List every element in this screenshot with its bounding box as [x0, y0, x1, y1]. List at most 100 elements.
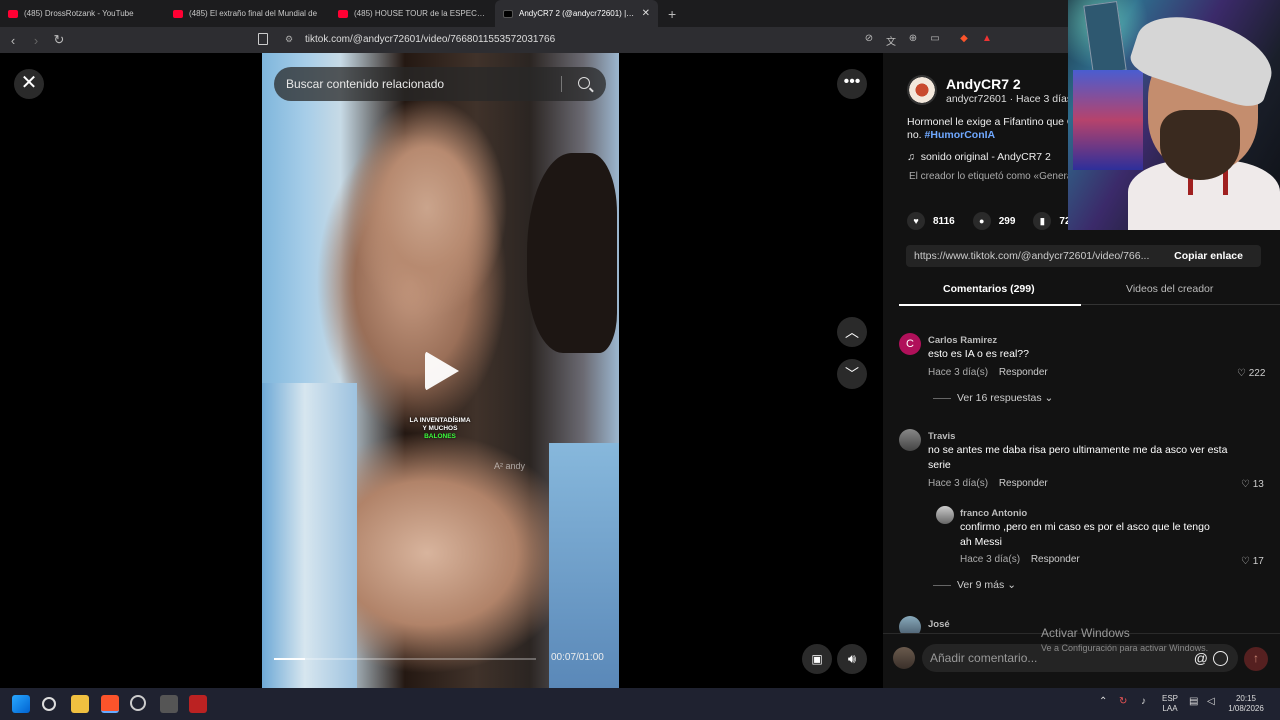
- zoom-icon[interactable]: ⊕: [906, 33, 920, 47]
- comment-like-count: 222: [1248, 368, 1266, 379]
- avatar[interactable]: C: [899, 333, 921, 355]
- share-link-text[interactable]: https://www.tiktok.com/@andycr72601/vide…: [914, 250, 1149, 262]
- comment-button[interactable]: ● 299: [972, 212, 1015, 230]
- avatar: [893, 647, 915, 669]
- windows-activation-subtitle: Ve a Configuración para activar Windows.: [1041, 643, 1209, 653]
- webcam-overlay: [1068, 0, 1280, 230]
- comment-icon: ●: [972, 212, 991, 230]
- caption-line: Y MUCHOS: [422, 425, 458, 432]
- emoji-icon[interactable]: [1213, 651, 1228, 666]
- search-divider: [561, 76, 562, 92]
- search-icon[interactable]: [42, 697, 56, 711]
- miniplayer-icon[interactable]: ▣: [802, 644, 832, 674]
- browser-tab-active[interactable]: AndyCR7 2 (@andycr72601) | Tik ✕: [495, 0, 658, 27]
- translate-icon[interactable]: 文: [884, 33, 898, 48]
- bookmark-icon: ▮: [1033, 212, 1052, 230]
- reply-button[interactable]: Responder: [999, 367, 1048, 378]
- like-button[interactable]: ♥ 8116: [907, 212, 955, 230]
- comment-text: esto es IA o es real??: [928, 348, 1029, 360]
- browser-tab[interactable]: (485) HOUSE TOUR de la ESPECIAL H: [330, 0, 495, 27]
- avatar[interactable]: [936, 506, 954, 524]
- reply-button[interactable]: Responder: [999, 478, 1048, 489]
- speaker-icon[interactable]: ◁: [1207, 697, 1215, 707]
- caption-line: BALONES: [424, 433, 456, 440]
- chevron-up-icon[interactable]: ⌃: [1099, 697, 1107, 707]
- comment-like-button[interactable]: ♡ 17: [1241, 556, 1264, 567]
- comment-author[interactable]: franco Antonio: [960, 508, 1027, 519]
- back-icon[interactable]: ‹: [3, 33, 23, 48]
- clock-time: 20:15: [1235, 694, 1257, 703]
- url-field[interactable]: tiktok.com/@andycr72601/video/7668011553…: [305, 34, 555, 45]
- avatar[interactable]: [907, 75, 937, 105]
- hashtag-link[interactable]: #HumorConIA: [925, 129, 996, 141]
- bookmark-icon[interactable]: [258, 33, 268, 45]
- view-more-replies-button[interactable]: Ver 9 más ⌄: [933, 579, 1016, 591]
- comment-text: confirmo ,pero en mi caso es por el asco…: [960, 521, 1210, 548]
- browser-tab[interactable]: (485) DrossRotzank - YouTube: [0, 0, 165, 27]
- progress-fill: [274, 658, 306, 660]
- related-search-input[interactable]: Buscar contenido relacionado: [274, 67, 606, 101]
- site-info-icon[interactable]: ⚙: [285, 34, 293, 45]
- comment-author[interactable]: Travis: [928, 431, 955, 442]
- rewards-icon[interactable]: ▲: [980, 33, 994, 47]
- more-options-button[interactable]: •••: [837, 69, 867, 99]
- tracking-icon[interactable]: ⊘: [862, 33, 876, 47]
- sound-link[interactable]: ♫ sonido original - AndyCR7 2: [907, 151, 1051, 163]
- reply-button[interactable]: Responder: [1031, 554, 1080, 565]
- copy-link-button[interactable]: Copiar enlace: [1174, 245, 1243, 267]
- app-icon[interactable]: [130, 695, 146, 711]
- close-video-button[interactable]: ✕: [14, 69, 44, 99]
- comment-time: Hace 3 día(s): [960, 554, 1021, 565]
- engagement-stats: ♥ 8116 ● 299 ▮ 722: [907, 212, 1084, 230]
- app-icon[interactable]: [160, 695, 178, 713]
- comment-composer: Añadir comentario... @ ↑: [883, 633, 1280, 688]
- tab-comments[interactable]: Comentarios (299): [943, 283, 1035, 295]
- video-progress-bar[interactable]: [274, 658, 536, 660]
- brave-shield-icon[interactable]: ◆: [957, 33, 971, 47]
- sync-icon[interactable]: ↻: [1119, 697, 1127, 707]
- comment-like-count: 17: [1252, 556, 1264, 567]
- clock[interactable]: 20:15 1/08/2026: [1226, 694, 1266, 714]
- brave-browser-icon[interactable]: [101, 695, 119, 713]
- network-icon[interactable]: ▤: [1189, 697, 1198, 707]
- windows-start-icon[interactable]: [12, 695, 30, 713]
- tab-title: (485) El extraño final del Mundial de: [189, 9, 318, 18]
- play-icon[interactable]: [425, 351, 459, 391]
- heart-icon: ♥: [907, 212, 925, 230]
- tiktok-icon: [503, 9, 513, 18]
- video-player[interactable]: Buscar contenido relacionado LA INVENTAD…: [262, 53, 619, 688]
- windows-activation-title: Activar Windows: [1041, 626, 1130, 640]
- tab-title: AndyCR7 2 (@andycr72601) | Tik: [519, 9, 636, 18]
- next-video-button[interactable]: ﹀: [837, 359, 867, 389]
- browser-tab[interactable]: (485) El extraño final del Mundial de: [165, 0, 330, 27]
- youtube-icon: [338, 9, 348, 18]
- comment-meta: Hace 3 día(s) Responder: [928, 367, 1048, 378]
- microphone-icon[interactable]: ♪: [1141, 697, 1146, 707]
- creator-handle[interactable]: andycr72601 · Hace 3 días: [946, 93, 1072, 105]
- avatar[interactable]: [899, 429, 921, 451]
- comment-author[interactable]: José: [928, 619, 950, 630]
- forward-icon[interactable]: ›: [26, 33, 46, 48]
- video-watermark: A² andy: [494, 461, 526, 471]
- language-indicator[interactable]: ESP LAA: [1162, 694, 1178, 714]
- comment-author[interactable]: Carlos Ramirez: [928, 335, 997, 346]
- app-icon[interactable]: [189, 695, 207, 713]
- comment-meta: Hace 3 día(s) Responder: [960, 554, 1080, 565]
- cast-icon[interactable]: ▭: [928, 33, 942, 47]
- view-replies-button[interactable]: Ver 16 respuestas ⌄: [933, 392, 1053, 404]
- tab-creator-videos[interactable]: Videos del creador: [1126, 283, 1213, 295]
- volume-icon[interactable]: 🔊︎: [837, 644, 867, 674]
- search-icon[interactable]: [578, 77, 590, 89]
- comment-like-button[interactable]: ♡ 13: [1241, 479, 1264, 490]
- file-explorer-icon[interactable]: [71, 695, 89, 713]
- reload-icon[interactable]: ↻: [49, 32, 69, 48]
- webcam-frame: [1160, 110, 1240, 180]
- previous-video-button[interactable]: ︿: [837, 317, 867, 347]
- close-tab-icon[interactable]: ✕: [642, 8, 650, 19]
- new-tab-button[interactable]: +: [658, 6, 686, 22]
- view-more-label: Ver 9 más: [957, 579, 1005, 591]
- comment-like-button[interactable]: ♡ 222: [1237, 368, 1265, 379]
- comment-time: Hace 3 día(s): [928, 367, 989, 378]
- send-icon[interactable]: ↑: [1244, 647, 1268, 671]
- creator-name[interactable]: AndyCR7 2: [946, 76, 1021, 92]
